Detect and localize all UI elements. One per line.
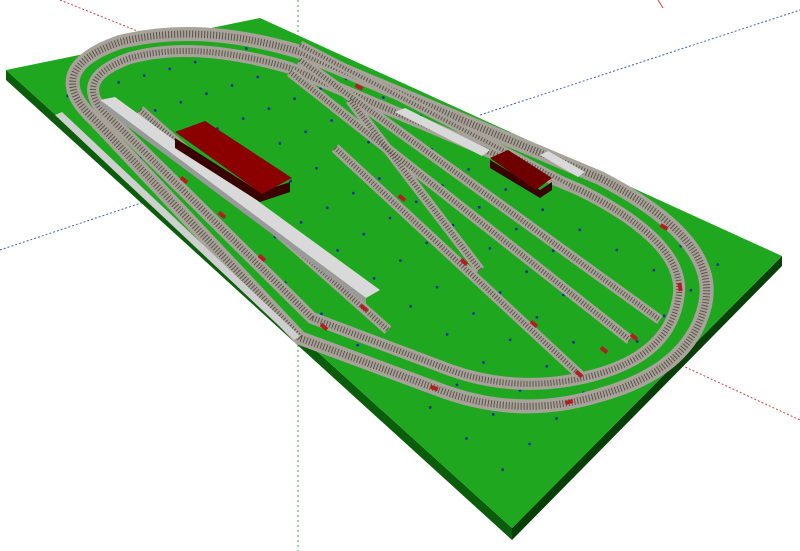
grid-dot	[168, 67, 172, 71]
grid-dot	[315, 166, 318, 170]
grid-dot	[351, 191, 355, 195]
grid-dot	[477, 205, 481, 209]
grid-dot	[362, 232, 366, 236]
grid-dot	[256, 75, 260, 79]
grid-dot	[378, 177, 381, 180]
grid-dot	[504, 188, 508, 191]
grid-dot	[230, 84, 234, 87]
grid-dot	[325, 206, 329, 210]
grid-dot	[572, 340, 575, 344]
grid-dot	[381, 96, 385, 99]
grid-dot	[409, 305, 412, 308]
grid-dot	[299, 221, 303, 224]
grid-dot	[535, 316, 539, 319]
grid-dot	[445, 333, 449, 336]
grid-dot	[541, 208, 545, 212]
grid-dot	[388, 216, 392, 220]
grid-dot	[205, 92, 208, 96]
grid-dot	[578, 228, 582, 232]
scene-canvas[interactable]	[0, 0, 800, 551]
grid-dot	[153, 109, 157, 112]
grid-dot	[501, 468, 505, 472]
grid-dot	[330, 119, 333, 122]
grid-dot	[372, 277, 376, 280]
grid-dot	[241, 117, 245, 120]
grid-dot	[267, 107, 271, 111]
grid-dot	[555, 417, 558, 420]
grid-dot	[455, 383, 459, 387]
grid-dot	[367, 140, 370, 144]
grid-dot	[356, 343, 360, 347]
grid-dot	[117, 81, 121, 84]
grid-dot	[545, 364, 549, 368]
axis-blue-line	[0, 199, 151, 251]
grid-dot	[472, 312, 475, 315]
grid-dot	[336, 249, 339, 252]
grid-dot	[652, 268, 656, 272]
grid-dot	[482, 361, 485, 364]
grid-dot	[488, 247, 492, 250]
grid-dot	[662, 314, 666, 318]
grid-dot	[716, 263, 720, 266]
grid-dot	[467, 168, 470, 171]
grid-dot	[615, 248, 619, 252]
grid-dot	[428, 406, 432, 409]
grid-dot	[244, 47, 248, 50]
grid-dot	[491, 413, 495, 416]
grid-dot	[689, 288, 693, 292]
grid-dot	[293, 97, 296, 101]
grid-dot	[435, 285, 439, 289]
grid-dot	[304, 130, 308, 134]
grid-dot	[525, 270, 529, 274]
grid-dot	[508, 338, 512, 342]
grid-dot	[425, 241, 429, 245]
grid-dot	[179, 100, 183, 104]
grid-dot	[528, 442, 531, 446]
axis-red-small	[657, 0, 664, 9]
grid-dot	[193, 60, 197, 64]
grid-dot	[278, 142, 282, 145]
grid-dot	[142, 74, 146, 77]
grid-dot	[465, 437, 468, 440]
axis-blue-line-2	[479, 9, 800, 116]
3d-viewport[interactable]	[0, 0, 800, 551]
grid-dot	[399, 259, 402, 262]
grid-dot	[414, 200, 418, 204]
grid-dot	[514, 227, 518, 231]
